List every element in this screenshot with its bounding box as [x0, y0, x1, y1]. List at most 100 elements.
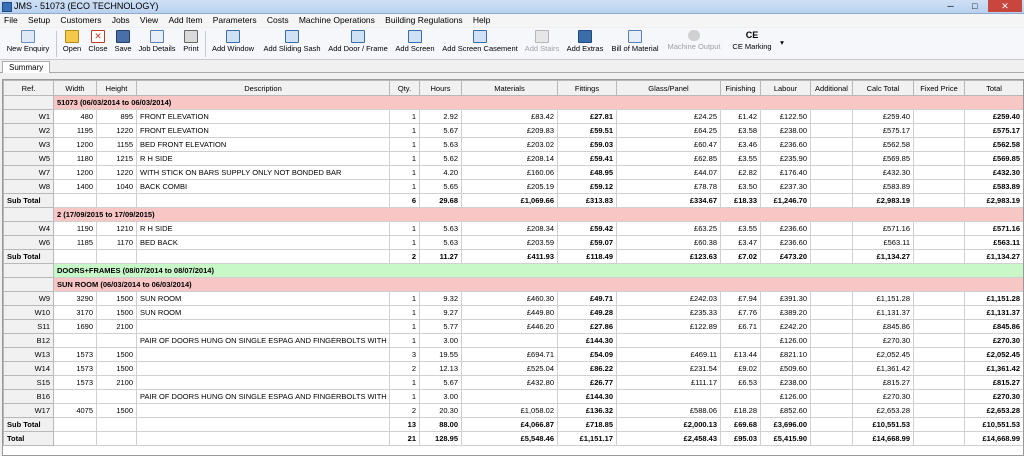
subtotal-row[interactable]: Sub Total 2 11.27 £411.93 £118.49 £123.63 £7.0…: [3, 249, 1023, 264]
cell-glass-panel: £231.54: [616, 361, 721, 376]
print-button[interactable]: Print: [180, 29, 202, 58]
column-header-finishing[interactable]: Finishing: [720, 80, 761, 96]
menu-add-item[interactable]: Add Item: [164, 14, 206, 27]
subtotal-row[interactable]: Total 21 128.95 £5,548.46 £1,151.17 £2,458.43…: [3, 431, 1023, 446]
group-header-row[interactable]: 51073 (06/03/2014 to 06/03/2014): [3, 95, 1023, 110]
tab-summary[interactable]: Summary: [2, 61, 51, 73]
save-button[interactable]: Save: [112, 29, 134, 58]
window-title: JMS - 51073 (ECO TECHNOLOGY): [14, 1, 159, 11]
menu-parameters[interactable]: Parameters: [209, 14, 261, 27]
add-extras-button[interactable]: Add Extras: [564, 29, 606, 58]
table-row[interactable]: S15 1573 2100 1 5.67 £432.80 £26.77 £111.17 £6.5…: [3, 375, 1023, 390]
cell-calc-total: £270.30: [852, 389, 914, 404]
menu-customers[interactable]: Customers: [56, 14, 105, 27]
cell-labour: £238.00: [760, 123, 811, 138]
cell-qty: 2: [389, 249, 420, 264]
column-header-materials[interactable]: Materials: [461, 80, 558, 96]
table-row[interactable]: W17 4075 1500 2 20.30 £1,058.02 £136.32 £588.06…: [3, 403, 1023, 418]
column-header-fittings[interactable]: Fittings: [557, 80, 617, 96]
close-window-button[interactable]: ✕: [988, 0, 1022, 12]
menu-building-regulations[interactable]: Building Regulations: [381, 14, 467, 27]
cell-total: £563.11: [964, 235, 1023, 250]
column-header-ref[interactable]: Ref.: [3, 80, 54, 96]
table-row[interactable]: W3 1200 1155 BED FRONT ELEVATION 1 5.63 £203.0…: [3, 137, 1023, 152]
bill-of-material-button[interactable]: Bill of Material: [608, 29, 662, 58]
cell-fittings: £118.49: [557, 249, 617, 264]
group-header-row[interactable]: 2 (17/09/2015 to 17/09/2015): [3, 207, 1023, 222]
cell-height: 1155: [96, 137, 137, 152]
machine-output-button[interactable]: Machine Output: [664, 29, 724, 58]
summary-grid[interactable]: Ref. Width Height Description Qty. Hours Mater…: [2, 79, 1024, 456]
ce-marking-button[interactable]: CE CE Marking: [728, 29, 776, 58]
table-row[interactable]: W7 1200 1220 WITH STICK ON BARS SUPPLY ONLY…: [3, 165, 1023, 180]
toolbar-separator: [205, 31, 206, 57]
cell-height: 2100: [96, 319, 137, 334]
table-row[interactable]: W13 1573 1500 3 19.55 £694.71 £54.09 £469.11 £13…: [3, 347, 1023, 362]
cell-width: 4075: [53, 403, 97, 418]
subtotal-row[interactable]: Sub Total 6 29.68 £1,069.66 £313.83 £334.67 £1…: [3, 193, 1023, 208]
cell-hours: 5.67: [419, 375, 462, 390]
column-header-height[interactable]: Height: [96, 80, 137, 96]
close-button[interactable]: ✕ Close: [86, 29, 110, 58]
column-header-additional[interactable]: Additional: [810, 80, 853, 96]
minimize-button[interactable]: ─: [940, 0, 962, 12]
add-door-frame-button[interactable]: Add Door / Frame: [326, 29, 390, 58]
close-document-icon: ✕: [91, 30, 105, 43]
column-header-width[interactable]: Width: [53, 80, 97, 96]
open-button[interactable]: Open: [60, 29, 84, 58]
cell-ref: W9: [3, 291, 54, 306]
group-header-row[interactable]: DOORS+FRAMES (08/07/2014 to 08/07/2014): [3, 263, 1023, 278]
cell-additional: [810, 249, 853, 264]
column-header-hours[interactable]: Hours: [419, 80, 462, 96]
menu-machine-operations[interactable]: Machine Operations: [295, 14, 379, 27]
table-row[interactable]: W10 3170 1500 SUN ROOM 1 9.27 £449.80 £49.28 £23…: [3, 305, 1023, 320]
table-row[interactable]: W2 1195 1220 FRONT ELEVATION 1 5.67 £209.83 £59…: [3, 123, 1023, 138]
menu-file[interactable]: File: [0, 14, 22, 27]
add-screen-button[interactable]: Add Screen: [393, 29, 437, 58]
column-header-description[interactable]: Description: [136, 80, 390, 96]
table-row[interactable]: W14 1573 1500 2 12.13 £525.04 £86.22 £231.54 £9.…: [3, 361, 1023, 376]
table-row[interactable]: W9 3290 1500 SUN ROOM 1 9.32 £460.30 £49.71 £242…: [3, 291, 1023, 306]
menu-costs[interactable]: Costs: [263, 14, 293, 27]
table-row[interactable]: S11 1690 2100 1 5.77 £446.20 £27.86 £122.89 £6.7…: [3, 319, 1023, 334]
cell-fixed-price: [913, 221, 965, 236]
job-details-button[interactable]: Job Details: [136, 29, 178, 58]
table-row[interactable]: B12 PAIR OF DOORS HUNG ON SINGLE ESPAG AN…: [3, 333, 1023, 348]
table-row[interactable]: B16 PAIR OF DOORS HUNG ON SINGLE ESPAG AN…: [3, 389, 1023, 404]
new-enquiry-button[interactable]: New Enquiry: [4, 29, 52, 58]
menu-view[interactable]: View: [136, 14, 162, 27]
add-stairs-button[interactable]: Add Stairs: [522, 29, 562, 58]
column-header-fixed-price[interactable]: Fixed Price: [913, 80, 965, 96]
subtotal-row[interactable]: Sub Total 13 88.00 £4,066.87 £718.85 £2,000.1…: [3, 417, 1023, 432]
column-header-total[interactable]: Total: [964, 80, 1023, 96]
column-header-glass-panel[interactable]: Glass/Panel: [616, 80, 721, 96]
table-row[interactable]: W1 480 895 FRONT ELEVATION 1 2.92 £83.42 £27.81…: [3, 109, 1023, 124]
cell-fittings: £59.41: [557, 151, 617, 166]
table-row[interactable]: W6 1185 1170 BED BACK 1 5.63 £203.59 £59.07 £60.…: [3, 235, 1023, 250]
cell-ref: W5: [3, 151, 54, 166]
column-header-qty[interactable]: Qty.: [389, 80, 420, 96]
add-window-button[interactable]: Add Window: [208, 29, 258, 58]
column-header-calc-total[interactable]: Calc Total: [852, 80, 914, 96]
table-row[interactable]: W5 1180 1215 R H SIDE 1 5.62 £208.14 £59.41 £62.…: [3, 151, 1023, 166]
add-screen-casement-button[interactable]: Add Screen Casement: [440, 29, 520, 58]
cell-hours: 88.00: [419, 417, 462, 432]
cell-materials: £208.34: [461, 221, 558, 236]
menu-jobs[interactable]: Jobs: [108, 14, 134, 27]
cell-width: 1200: [53, 137, 97, 152]
table-row[interactable]: W4 1190 1210 R H SIDE 1 5.63 £208.34 £59.42 £63.…: [3, 221, 1023, 236]
cell-hours: 3.00: [419, 389, 462, 404]
group-header-row[interactable]: SUN ROOM (06/03/2014 to 06/03/2014): [3, 277, 1023, 292]
cell-fittings: £59.03: [557, 137, 617, 152]
menu-help[interactable]: Help: [469, 14, 494, 27]
cell-labour: £235.90: [760, 151, 811, 166]
add-sliding-sash-button[interactable]: Add Sliding Sash: [260, 29, 324, 58]
cell-calc-total: £1,134.27: [852, 249, 914, 264]
table-row[interactable]: W8 1400 1040 BACK COMBI 1 5.65 £205.19 £59.12 £7…: [3, 179, 1023, 194]
maximize-button[interactable]: □: [964, 0, 986, 12]
menu-setup[interactable]: Setup: [24, 14, 54, 27]
cell-glass-panel: £62.85: [616, 151, 721, 166]
cell-qty: 1: [389, 375, 420, 390]
column-header-labour[interactable]: Labour: [760, 80, 811, 96]
cell-height: 1215: [96, 151, 137, 166]
